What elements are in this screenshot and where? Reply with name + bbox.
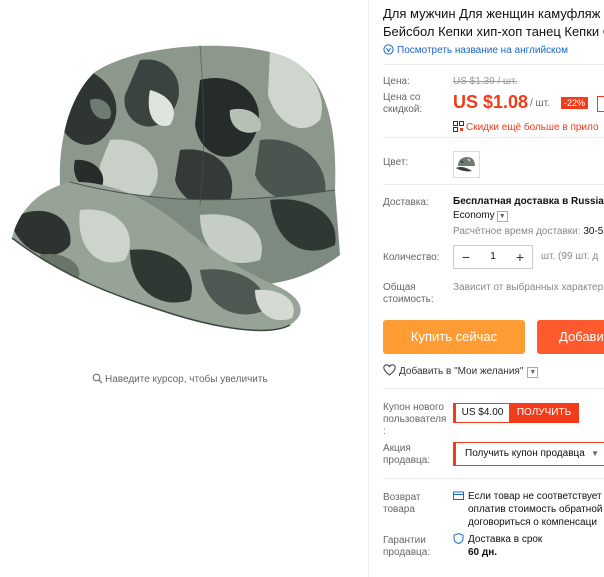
new-user-coupon-amount: US $4.00	[453, 403, 509, 423]
color-option-camo[interactable]	[453, 151, 480, 178]
guarantee-label-line-2: продавца:	[383, 547, 431, 558]
product-gallery: Наведите курсор, чтобы увеличить	[0, 0, 368, 577]
translate-icon	[383, 44, 394, 55]
new-user-label-line-1: Купон нового	[383, 402, 444, 413]
separator	[383, 184, 604, 185]
separator	[383, 137, 604, 138]
discount-label-line-1: Цена со	[383, 92, 421, 103]
discount-label-line-2: скидкой:	[383, 104, 423, 115]
get-coupon-button[interactable]: ПОЛУЧИТЬ	[509, 403, 579, 423]
delivery-time-value: 30-5	[583, 226, 604, 237]
total-label: Общая стоимость:	[383, 282, 434, 306]
heart-icon	[383, 364, 396, 376]
old-price: US $1.39 / шт.	[453, 76, 518, 87]
returns-line-1: Если товар не соответствует	[453, 490, 602, 503]
zoom-hint: Наведите курсор, чтобы увеличить	[92, 373, 268, 385]
chevron-down-icon[interactable]: ▼	[527, 367, 539, 378]
add-to-cart-button[interactable]: Добави	[537, 320, 604, 354]
chevron-down-icon[interactable]: ▼	[496, 211, 508, 222]
separator	[383, 388, 604, 389]
shipping-method-line-2[interactable]: Economy ▼	[453, 210, 508, 222]
add-to-wishlist[interactable]: Добавить в "Мои желания" ▼	[383, 364, 539, 378]
new-user-coupon-label: Купон нового пользователя :	[383, 402, 446, 438]
discount-badge: -22%	[561, 97, 589, 109]
wishlist-text: Добавить в "Мои желания"	[399, 366, 524, 377]
returns-line-2: оплатив стоимость обратной	[468, 504, 603, 515]
quantity-increase-button[interactable]: +	[508, 246, 532, 268]
shipping-label: Доставка:	[383, 197, 429, 208]
product-image[interactable]	[0, 0, 368, 360]
new-user-label-line-3: :	[383, 426, 386, 437]
return-box-icon	[453, 491, 464, 500]
returns-label-line-2: товара	[383, 504, 415, 515]
magnifier-icon	[92, 373, 103, 384]
shipping-method[interactable]: Бесплатная доставка в Russian	[453, 196, 604, 207]
seller-label-line-1: Акция	[383, 443, 411, 454]
discount-price-label: Цена со скидкой:	[383, 92, 422, 116]
discount-price: US $1.08	[453, 92, 529, 112]
total-label-line-2: стоимость:	[383, 294, 434, 305]
seller-promo-label: Акция продавца:	[383, 443, 430, 467]
guarantee-info: Доставка в срок 60 дн.	[453, 533, 542, 559]
returns-line-3: договориться о компенсаци	[468, 517, 597, 528]
guarantee-line-1-text: Доставка в срок	[468, 534, 543, 545]
returns-info: Если товар не соответствует оплатив стои…	[453, 490, 602, 529]
quantity-label: Количество:	[383, 252, 440, 263]
separator	[383, 478, 604, 479]
quantity-stepper: − 1 +	[453, 245, 533, 269]
total-label-line-1: Общая	[383, 282, 416, 293]
color-label: Цвет:	[383, 157, 409, 168]
seller-coupon-dropdown[interactable]: Получить купон продавца ▼	[453, 442, 604, 466]
translate-title-link[interactable]: Посмотреть название на английском	[383, 44, 568, 56]
app-promo[interactable]: Скидки ещё больше в прило	[453, 117, 599, 135]
product-title-line-1: Для мужчин Для женщин камуфляж ш	[383, 6, 604, 21]
delivery-time: Расчётное время доставки: 30-5	[453, 226, 603, 237]
shield-clock-icon	[453, 533, 464, 545]
guarantee-line-2: 60 дн.	[468, 547, 498, 558]
separator	[383, 64, 604, 65]
column-divider	[368, 0, 369, 577]
quantity-decrease-button[interactable]: −	[454, 246, 478, 268]
returns-line-1-text: Если товар не соответствует	[468, 491, 602, 502]
price-per-unit: / шт.	[530, 98, 550, 109]
stock-note: шт. (99 шт. д	[541, 251, 599, 262]
total-value: Зависит от выбранных характер	[453, 282, 604, 293]
delivery-time-label: Расчётное время доставки:	[453, 226, 581, 237]
zoom-hint-text: Наведите курсор, чтобы увеличить	[105, 374, 268, 385]
more-badge	[597, 96, 604, 112]
product-info-panel: Для мужчин Для женщин камуфляж ш Бейсбол…	[383, 0, 604, 577]
returns-label: Возврат товара	[383, 492, 421, 516]
translate-link-text: Посмотреть название на английском	[397, 45, 568, 56]
guarantee-label: Гарантии продавца:	[383, 535, 430, 559]
app-promo-text: Скидки ещё больше в прило	[466, 122, 599, 133]
product-title: Для мужчин Для женщин камуфляж ш Бейсбол…	[383, 5, 604, 41]
returns-label-line-1: Возврат	[383, 492, 421, 503]
guarantee-label-line-1: Гарантии	[383, 535, 426, 546]
new-user-label-line-2: пользователя	[383, 414, 447, 425]
product-title-line-2: Бейсбол Кепки хип-хоп танец Кепки О	[383, 24, 604, 39]
price-label: Цена:	[383, 76, 410, 87]
caret-down-icon: ▼	[591, 449, 599, 458]
seller-label-line-2: продавца:	[383, 455, 431, 466]
qr-code-icon	[453, 121, 464, 132]
shipping-method-name: Economy	[453, 210, 495, 221]
seller-coupon-text: Получить купон продавца	[465, 448, 585, 459]
guarantee-line-1: Доставка в срок	[453, 533, 542, 546]
buy-now-button[interactable]: Купить сейчас	[383, 320, 525, 354]
quantity-input[interactable]: 1	[478, 246, 508, 268]
